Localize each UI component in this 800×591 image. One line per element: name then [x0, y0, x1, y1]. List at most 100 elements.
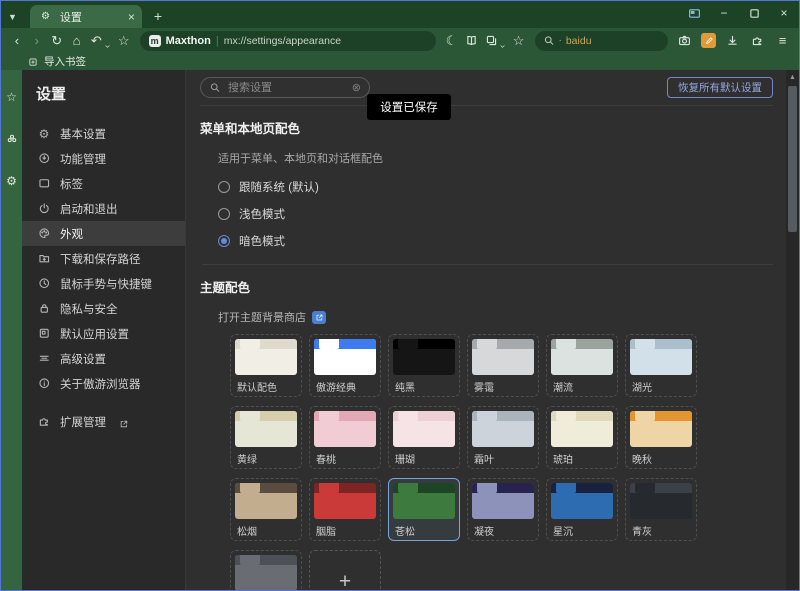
radio-icon[interactable]: [218, 181, 230, 193]
theme-card[interactable]: 青灰: [625, 478, 697, 541]
palette-icon: [37, 227, 51, 241]
back-icon[interactable]: ‹: [9, 32, 25, 49]
nav-item-label: 鼠标手势与快捷键: [60, 276, 152, 292]
saved-toast: 设置已保存: [367, 94, 451, 120]
settings-nav-item[interactable]: 关于傲游浏览器: [22, 371, 185, 396]
theme-card[interactable]: 黄绿: [230, 406, 302, 469]
forward-icon[interactable]: ›: [29, 32, 45, 49]
theme-store-link[interactable]: 打开主题背景商店: [218, 309, 306, 325]
theme-card[interactable]: 琥珀: [546, 406, 618, 469]
settings-nav-item[interactable]: 下载和保存路径: [22, 246, 185, 271]
settings-nav-item[interactable]: 外观: [22, 221, 185, 246]
settings-search-input[interactable]: [226, 81, 347, 95]
tab-list-chevron-icon[interactable]: ▼: [8, 12, 17, 22]
import-bookmarks-button[interactable]: 导入书签: [44, 54, 86, 69]
favorite-star-icon[interactable]: ☆: [116, 32, 132, 49]
theme-card[interactable]: 珊瑚: [388, 406, 460, 469]
settings-nav-item[interactable]: 启动和退出: [22, 196, 185, 221]
favorites-star-icon[interactable]: ☆: [5, 90, 19, 104]
settings-nav-item[interactable]: 高级设置: [22, 346, 185, 371]
settings-search[interactable]: ⊗: [200, 77, 370, 98]
maximize-button[interactable]: [747, 6, 761, 20]
settings-nav-item[interactable]: 功能管理: [22, 146, 185, 171]
theme-card[interactable]: 晚秋: [625, 406, 697, 469]
radio-option[interactable]: 暗色模式: [218, 234, 773, 248]
theme-card[interactable]: 纯黑: [388, 334, 460, 397]
settings-nav-item[interactable]: 标签: [22, 171, 185, 196]
reader-mode-icon[interactable]: ☾: [444, 32, 460, 49]
favorites-manager-icon[interactable]: ☆: [511, 32, 527, 49]
radio-icon[interactable]: [218, 208, 230, 220]
import-bookmarks-icon: [27, 56, 39, 68]
clear-icon[interactable]: ⊗: [352, 81, 361, 94]
settings-nav-list: ⚙基本设置功能管理标签启动和退出外观下载和保存路径鼠标手势与快捷键隐私与安全默认…: [22, 121, 185, 434]
theme-card[interactable]: 霜叶: [467, 406, 539, 469]
scrollbar-thumb[interactable]: [788, 86, 797, 232]
nav-item-label: 启动和退出: [60, 201, 118, 217]
theme-name: 潮流: [551, 379, 613, 394]
theme-card[interactable]: 苍松: [388, 478, 460, 541]
note-pen-icon[interactable]: [701, 33, 716, 48]
nav-item-label: 下载和保存路径: [60, 251, 141, 267]
nav-item-label: 标签: [60, 176, 83, 192]
search-engine-caret[interactable]: ·: [559, 35, 562, 46]
extension-manager-item[interactable]: 扩展管理: [22, 409, 185, 434]
minimize-button[interactable]: −: [717, 6, 731, 20]
undo-dropdown-icon[interactable]: [104, 37, 111, 45]
theme-name: 晚秋: [630, 451, 692, 466]
radio-option[interactable]: 跟随系统 (默认): [218, 180, 773, 194]
refresh-icon[interactable]: ↻: [49, 32, 65, 49]
boss-key-icon[interactable]: [687, 6, 701, 20]
scrollbar[interactable]: ▲: [786, 70, 799, 590]
settings-gear-icon[interactable]: ⚙: [5, 174, 19, 188]
snap-icon[interactable]: [483, 32, 499, 49]
theme-swatch: [235, 483, 297, 519]
scroll-up-button[interactable]: ▲: [786, 70, 799, 84]
theme-card[interactable]: 暗夜: [230, 550, 302, 590]
theme-card[interactable]: 春桃: [309, 406, 381, 469]
toolbar: ‹ › ↻ ⌂ ↶ ☆ m Maxthon | mx://settings/ap…: [1, 28, 799, 53]
search-engine-name[interactable]: baidu: [566, 35, 592, 47]
settings-nav-item[interactable]: 隐私与安全: [22, 296, 185, 321]
theme-card[interactable]: 潮流: [546, 334, 618, 397]
theme-card[interactable]: 傲游经典: [309, 334, 381, 397]
radio-option[interactable]: 浅色模式: [218, 207, 773, 221]
home-icon[interactable]: ⌂: [69, 32, 85, 49]
theme-card[interactable]: 湖光: [625, 334, 697, 397]
theme-name: 青灰: [630, 523, 692, 538]
skin-flower-icon[interactable]: [5, 132, 19, 146]
close-button[interactable]: ×: [777, 6, 791, 20]
tab-close-icon[interactable]: ×: [128, 10, 135, 24]
add-theme-button[interactable]: +: [309, 550, 381, 590]
snap-dropdown-icon[interactable]: [499, 37, 506, 45]
radio-icon[interactable]: [218, 235, 230, 247]
settings-nav-item[interactable]: ⚙基本设置: [22, 121, 185, 146]
theme-card[interactable]: 松烟: [230, 478, 302, 541]
theme-grid: 默认配色傲游经典纯黑雾霭潮流湖光黄绿春桃珊瑚霜叶琥珀晚秋松烟胭脂苍松凝夜星沉青灰…: [230, 334, 710, 590]
theme-swatch: [630, 411, 692, 447]
theme-card[interactable]: 凝夜: [467, 478, 539, 541]
theme-card[interactable]: 默认配色: [230, 334, 302, 397]
search-box[interactable]: · baidu: [535, 31, 669, 51]
settings-nav-item[interactable]: 鼠标手势与快捷键: [22, 271, 185, 296]
theme-card[interactable]: 胭脂: [309, 478, 381, 541]
extensions-icon[interactable]: [749, 32, 766, 49]
active-tab[interactable]: ⚙ 设置 ×: [30, 5, 142, 28]
reading-list-icon[interactable]: [463, 32, 479, 49]
address-bar[interactable]: m Maxthon | mx://settings/appearance: [140, 31, 436, 51]
external-link-icon[interactable]: [312, 311, 326, 324]
download-icon[interactable]: [724, 32, 741, 49]
menu-icon[interactable]: ≡: [774, 32, 791, 49]
url-text[interactable]: mx://settings/appearance: [224, 35, 341, 47]
theme-swatch: [314, 483, 376, 519]
settings-nav-item[interactable]: 默认应用设置: [22, 321, 185, 346]
undo-icon[interactable]: ↶: [88, 32, 104, 49]
theme-name: 珊瑚: [393, 451, 455, 466]
theme-card[interactable]: 雾霭: [467, 334, 539, 397]
restore-defaults-button[interactable]: 恢复所有默认设置: [667, 77, 773, 98]
theme-card[interactable]: 星沉: [546, 478, 618, 541]
nav-item-label: 基本设置: [60, 126, 106, 142]
settings-content: ⊗ 恢复所有默认设置 菜单和本地页配色 适用于菜单、本地页和对话框配色 跟随系统…: [186, 70, 799, 590]
screenshot-camera-icon[interactable]: [676, 32, 693, 49]
new-tab-button[interactable]: +: [154, 9, 162, 23]
